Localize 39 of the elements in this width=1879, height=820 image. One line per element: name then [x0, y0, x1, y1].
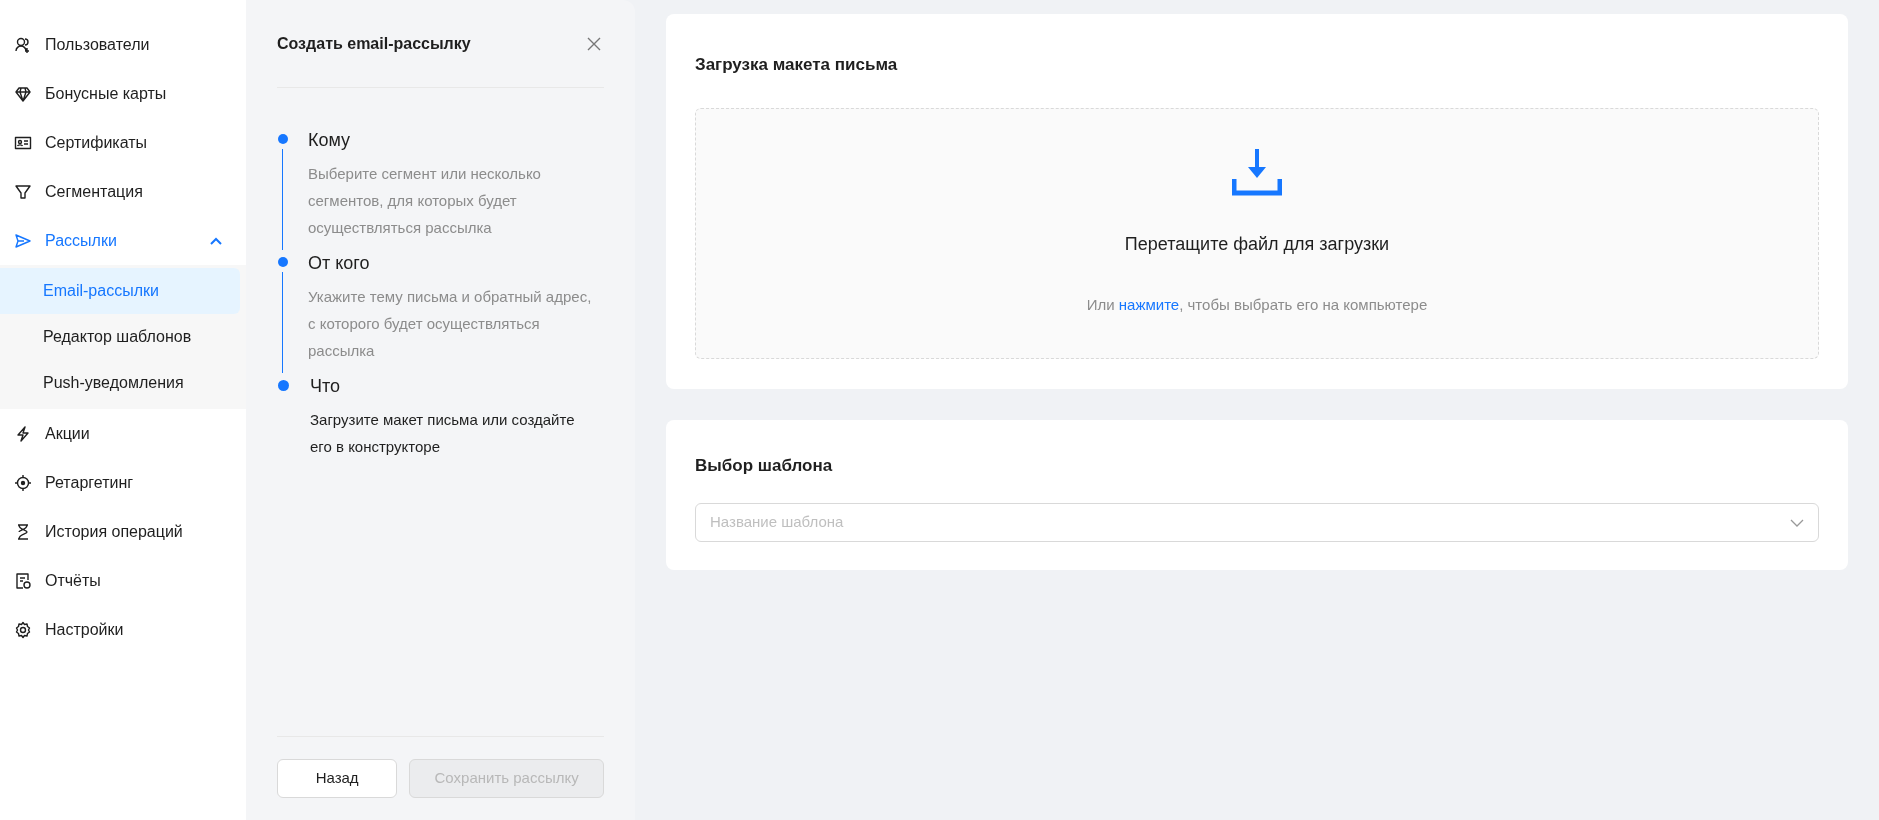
chevron-up-icon — [210, 236, 222, 245]
sidebar-item[interactable]: Бонусные карты — [0, 69, 246, 118]
step-title: Что — [309, 375, 342, 398]
card-title: Выбор шаблона — [695, 454, 834, 477]
send-icon — [14, 231, 32, 250]
report-icon — [14, 571, 32, 590]
back-button[interactable]: Назад — [277, 759, 398, 798]
close-icon — [587, 36, 601, 51]
step-title: От кого — [308, 252, 371, 275]
dropzone-hint: Или нажмите, чтобы выбрать его на компьютере — [1086, 294, 1428, 315]
step-title: Кому — [308, 129, 352, 152]
users-icon — [14, 35, 32, 54]
sidebar-item[interactable]: Пользователи — [0, 20, 246, 69]
sidebar-item[interactable]: Ретаргетинг — [0, 458, 246, 507]
diamond-icon — [14, 84, 32, 103]
panel-title: Создать email-рассылку — [277, 33, 471, 54]
target-icon — [14, 473, 32, 492]
submenu-item[interactable]: Push-уведомления — [0, 360, 240, 406]
funnel-icon — [14, 182, 32, 201]
sidebar-item[interactable]: Сертификаты — [0, 118, 246, 167]
sidebar-item[interactable]: Рассылки — [0, 216, 246, 265]
step-description: Выберите сегмент или несколько сегментов, для которых будет осуществляться рассылка — [308, 164, 542, 238]
sidebar-item[interactable]: Сегментация — [0, 167, 246, 216]
dropzone-prompt: Перетащите файл для загрузки — [1124, 232, 1390, 256]
chevron-down-icon — [1790, 518, 1804, 527]
sidebar-item[interactable]: Акции — [0, 409, 246, 458]
card-title: Загрузка макета письма — [695, 54, 899, 76]
step-description: Укажите тему письма и обратный адрес, с которого будет осуществляться рассылка — [308, 287, 593, 361]
dropzone[interactable]: Перетащите файл для загрузки Или нажмите, чтобы выбрать его на компьютере — [695, 107, 1819, 359]
step-description: Загрузите макет письма или создайте его в конструкторе — [309, 410, 576, 457]
download-icon — [1232, 148, 1282, 197]
sidebar-item[interactable]: Отчёты — [0, 556, 246, 605]
submenu-item[interactable]: Редактор шаблонов — [0, 314, 240, 360]
sidebar-item[interactable]: Настройки — [0, 605, 246, 654]
settings-icon — [14, 620, 32, 639]
sidebar-item[interactable]: История операций — [0, 507, 246, 556]
browse-link[interactable]: нажмите — [1118, 295, 1180, 313]
select-placeholder: Название шаблона — [710, 512, 844, 533]
submenu-item[interactable]: Email-рассылки — [0, 268, 240, 314]
